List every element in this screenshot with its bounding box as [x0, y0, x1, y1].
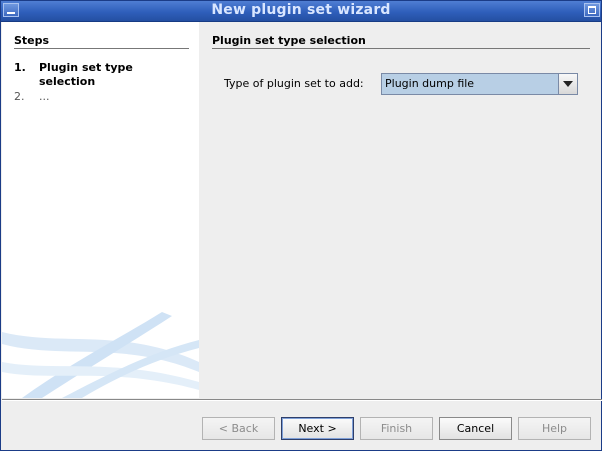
cancel-button-label: Cancel	[456, 422, 495, 435]
back-button[interactable]: < Back	[202, 417, 275, 440]
maximize-icon[interactable]	[584, 3, 600, 17]
dropdown-arrow-icon[interactable]	[558, 74, 577, 94]
wizard-window: New plugin set wizard Steps 1. Plugin se…	[0, 0, 602, 451]
title-bar[interactable]: New plugin set wizard	[1, 1, 601, 22]
finish-button[interactable]: Finish	[360, 417, 433, 440]
step-label: ...	[39, 90, 50, 103]
back-button-label: < Back	[218, 422, 259, 435]
steps-title: Steps	[14, 34, 189, 49]
step-number: 1.	[14, 61, 26, 74]
content-pane: Plugin set type selection Type of plugin…	[199, 22, 601, 398]
cancel-button[interactable]: Cancel	[439, 417, 512, 440]
help-button-label: Help	[541, 422, 568, 435]
plugin-set-type-label: Type of plugin set to add:	[224, 77, 364, 90]
step-number: 2.	[14, 90, 25, 103]
step-label: Plugin set type selection	[39, 61, 133, 88]
next-button-label: Next >	[298, 422, 337, 435]
window-title: New plugin set wizard	[211, 2, 391, 18]
steps-pane: Steps 1. Plugin set type selection 2. ..…	[2, 22, 199, 398]
dropdown-selected-value: Plugin dump file	[385, 77, 475, 90]
finish-button-label: Finish	[380, 422, 413, 435]
button-separator	[2, 399, 602, 401]
section-title: Plugin set type selection	[212, 34, 590, 49]
help-button[interactable]: Help	[518, 417, 591, 440]
decorative-swoosh-icon	[2, 312, 199, 398]
plugin-set-type-dropdown[interactable]: Plugin dump file	[381, 73, 578, 95]
next-button[interactable]: Next >	[281, 417, 354, 440]
